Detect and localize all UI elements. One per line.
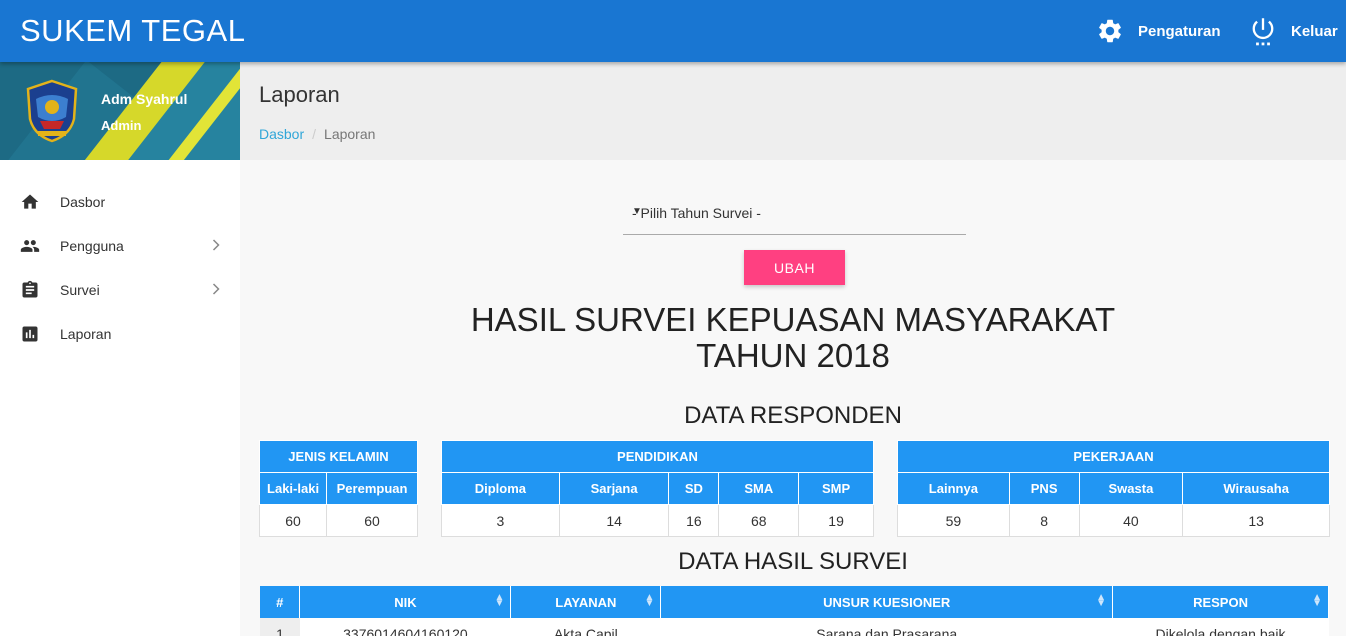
occupation-table: PEKERJAAN Lainnya PNS Swasta Wirausaha 5… xyxy=(897,440,1330,537)
report-title-line1: HASIL SURVEI KEPUASAN MASYARAKAT xyxy=(470,301,1116,338)
column-header-nik[interactable]: NIK ▲ ▼ xyxy=(299,586,512,618)
table-cell: 60 xyxy=(258,504,328,537)
occupation-table-title: PEKERJAAN xyxy=(897,440,1330,473)
breadcrumb: Dasbor / Laporan xyxy=(259,126,376,142)
sidebar-item-label: Laporan xyxy=(60,326,112,342)
table-cell: Sarana dan Prasarana xyxy=(660,618,1113,636)
column-header-unsur-kuesioner[interactable]: UNSUR KUESIONER ▲ ▼ xyxy=(660,586,1114,618)
column-header: Swasta xyxy=(1078,472,1184,505)
chevron-right-icon xyxy=(212,239,220,251)
user-name: Adm Syahrul xyxy=(101,91,188,107)
sidebar-item-dasbor[interactable]: Dasbor xyxy=(0,180,240,224)
table-cell: 16 xyxy=(668,504,720,537)
table-cell: 1 xyxy=(260,618,300,636)
column-header: Laki-laki xyxy=(258,472,328,505)
power-icon xyxy=(1252,18,1274,46)
column-header-respon[interactable]: RESPON ▲ ▼ xyxy=(1112,586,1329,618)
column-header-layanan[interactable]: LAYANAN ▲ ▼ xyxy=(510,586,662,618)
column-header-number[interactable]: # xyxy=(260,586,301,618)
sidebar-item-label: Dasbor xyxy=(60,194,106,210)
gender-table: JENIS KELAMIN Laki-laki Perempuan 60 60 xyxy=(258,440,418,537)
chevron-right-icon xyxy=(212,283,220,295)
sort-icon: ▲ ▼ xyxy=(644,592,655,609)
home-icon xyxy=(20,192,40,212)
clipboard-icon xyxy=(20,280,40,300)
logout-label: Keluar xyxy=(1291,22,1338,40)
breadcrumb-link-dasbor[interactable]: Dasbor xyxy=(259,126,304,142)
table-cell: 3 xyxy=(441,504,560,537)
table-cell: 8 xyxy=(1008,504,1080,537)
logout-button[interactable]: Keluar xyxy=(1249,16,1338,46)
table-cell: 19 xyxy=(798,504,874,537)
sort-icon: ▲ ▼ xyxy=(1312,592,1322,609)
table-cell: 68 xyxy=(718,504,800,537)
gender-table-title: JENIS KELAMIN xyxy=(259,440,418,473)
table-cell: 14 xyxy=(558,504,670,537)
gear-icon xyxy=(1099,19,1121,43)
table-cell: Dikelola dengan baik xyxy=(1112,618,1329,636)
breadcrumb-current: Laporan xyxy=(324,126,376,142)
table-cell: 13 xyxy=(1182,504,1330,537)
respondent-section-title: DATA RESPONDEN xyxy=(684,402,902,429)
settings-button[interactable]: Pengaturan xyxy=(1096,16,1221,46)
survey-results-table: # NIK ▲ ▼ LAYANAN ▲ ▼ UNSUR KUESIONER ▲ ▼ RESP… xyxy=(260,586,1329,636)
sidebar-item-survei[interactable]: Survei xyxy=(0,268,240,312)
sidebar: Adm Syahrul Admin Dasbor Pengguna Survei… xyxy=(0,62,240,636)
settings-label: Pengaturan xyxy=(1138,22,1221,40)
table-cell: 40 xyxy=(1078,504,1184,537)
education-table: PENDIDIKAN Diploma Sarjana SD SMA SMP 3 … xyxy=(441,440,874,537)
sidebar-item-pengguna[interactable]: Pengguna xyxy=(0,224,240,268)
page-title: Laporan xyxy=(259,82,340,107)
table-cell: 59 xyxy=(897,504,1010,537)
sort-icon: ▲ ▼ xyxy=(1096,592,1107,609)
column-header: Perempuan xyxy=(326,472,418,505)
app-title[interactable]: SUKEM TEGAL xyxy=(20,13,245,49)
sidebar-item-label: Survei xyxy=(60,282,100,298)
top-bar: SUKEM TEGAL Pengaturan Keluar xyxy=(0,0,1346,62)
report-title-line2: TAHUN 2018 xyxy=(696,337,890,374)
sidebar-menu: Dasbor Pengguna Survei Laporan xyxy=(0,160,240,356)
column-header: Lainnya xyxy=(897,472,1010,505)
table-cell: 3376014604160120 xyxy=(299,618,511,636)
user-info-panel: Adm Syahrul Admin xyxy=(0,62,240,160)
dropdown-arrow-icon: ▼ xyxy=(632,206,642,217)
table-cell: Akta Capil xyxy=(510,618,661,636)
education-table-title: PENDIDIKAN xyxy=(441,440,874,473)
column-header: PNS xyxy=(1008,472,1080,505)
result-section-title: DATA HASIL SURVEI xyxy=(678,548,908,575)
column-header: Wirausaha xyxy=(1182,472,1330,505)
sort-icon: ▲ ▼ xyxy=(494,592,505,609)
column-header: Diploma xyxy=(441,472,560,505)
column-header: SD xyxy=(668,472,720,505)
ubah-button[interactable]: UBAH xyxy=(744,250,845,285)
bar-chart-icon xyxy=(20,324,40,344)
sidebar-item-label: Pengguna xyxy=(60,238,124,254)
column-header: SMA xyxy=(718,472,800,505)
survey-year-select[interactable]: - Pilih Tahun Survei - ▼ xyxy=(623,196,966,235)
city-emblem-logo xyxy=(26,79,78,143)
table-cell: 60 xyxy=(326,504,418,537)
people-icon xyxy=(20,236,40,256)
column-header: Sarjana xyxy=(558,472,670,505)
sidebar-item-laporan[interactable]: Laporan xyxy=(0,312,240,356)
content-header: Laporan Dasbor / Laporan xyxy=(240,62,1346,160)
table-row: 1 3376014604160120 Akta Capil Sarana dan… xyxy=(260,618,1329,636)
column-header: SMP xyxy=(798,472,874,505)
user-role: Admin xyxy=(101,118,142,133)
report-title: HASIL SURVEI KEPUASAN MASYARAKAT TAHUN 2… xyxy=(240,302,1346,374)
